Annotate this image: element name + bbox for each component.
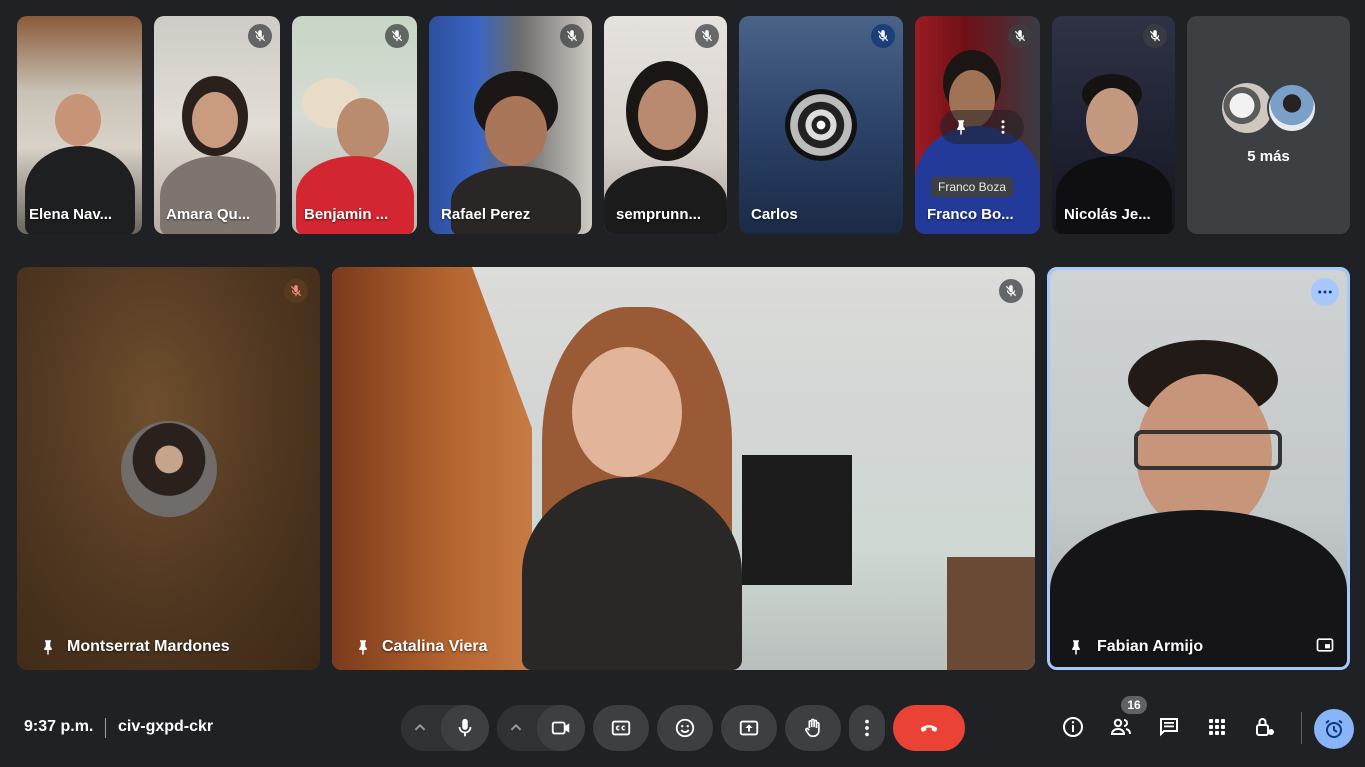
current-time: 9:37 p.m. xyxy=(24,718,94,735)
mic-off-icon xyxy=(999,279,1023,303)
videocam-icon xyxy=(551,721,570,735)
participant-tile-elena[interactable]: Elena Nav... xyxy=(17,16,142,234)
main-tile-fabian[interactable]: Fabian Armijo xyxy=(1047,267,1350,670)
pin-icon[interactable] xyxy=(39,638,57,656)
reactions-button[interactable] xyxy=(657,705,713,751)
meeting-code: civ-gxpd-ckr xyxy=(118,718,214,735)
emoji-icon xyxy=(675,718,695,738)
call-end-icon xyxy=(920,725,938,732)
main-tile-montserrat[interactable]: Montserrat Mardones xyxy=(17,267,320,670)
participant-name: Amara Qu... xyxy=(166,206,251,223)
more-horizontal-icon xyxy=(1318,290,1332,294)
chat-button[interactable] xyxy=(1156,714,1182,740)
more-options-icon[interactable] xyxy=(994,118,1012,136)
mic-off-icon xyxy=(284,279,308,303)
participant-tile-semprunn[interactable]: semprunn... xyxy=(604,16,727,234)
leave-call-button[interactable] xyxy=(893,705,965,751)
bottom-toolbar: 9:37 p.m. civ-gxpd-ckr 16 xyxy=(0,690,1365,767)
chat-icon xyxy=(1160,718,1178,737)
camera-button[interactable] xyxy=(537,705,585,751)
more-participants-label: 5 más xyxy=(1247,148,1290,165)
mic-off-icon xyxy=(248,24,272,48)
meeting-details-button[interactable] xyxy=(1060,714,1086,740)
hand-icon xyxy=(805,718,820,738)
timer-button[interactable] xyxy=(1314,709,1354,749)
apps-grid-icon xyxy=(1209,719,1225,735)
alarm-clock-icon xyxy=(1325,719,1343,738)
people-icon xyxy=(1110,718,1131,735)
raise-hand-button[interactable] xyxy=(785,705,841,751)
info-icon xyxy=(1063,717,1083,737)
pin-icon[interactable] xyxy=(1067,638,1085,656)
people-button[interactable] xyxy=(1108,714,1134,740)
participant-name: semprunn... xyxy=(616,206,702,223)
mic-controls xyxy=(401,705,489,751)
host-controls-button[interactable] xyxy=(1252,714,1278,740)
participant-name: Carlos xyxy=(751,206,798,223)
avatar xyxy=(1222,83,1272,133)
mic-button[interactable] xyxy=(441,705,489,751)
avatar xyxy=(121,421,217,517)
main-tile-catalina[interactable]: Catalina Viera xyxy=(332,267,1035,670)
mic-off-icon xyxy=(385,24,409,48)
avatar xyxy=(785,89,857,161)
more-vertical-icon xyxy=(865,719,869,737)
participant-count-badge: 16 xyxy=(1121,696,1147,714)
closed-captions-icon xyxy=(611,720,631,736)
participant-name: Nicolás Je... xyxy=(1064,206,1151,223)
participant-name: Montserrat Mardones xyxy=(67,638,230,655)
present-to-all-icon xyxy=(739,720,759,736)
mic-off-icon xyxy=(560,24,584,48)
mic-off-icon xyxy=(1008,24,1032,48)
participant-name: Catalina Viera xyxy=(382,638,488,655)
more-participants-tile[interactable]: 5 más xyxy=(1187,16,1350,234)
more-options-button[interactable] xyxy=(849,705,885,751)
tile-hover-actions xyxy=(940,110,1024,144)
chevron-up-icon[interactable] xyxy=(409,717,431,739)
participant-name: Franco Bo... xyxy=(927,206,1014,223)
chevron-up-icon[interactable] xyxy=(505,717,527,739)
participant-tile-rafael[interactable]: Rafael Perez xyxy=(429,16,592,234)
lock-person-icon xyxy=(1256,718,1274,736)
participant-name: Elena Nav... xyxy=(29,206,113,223)
pin-icon[interactable] xyxy=(354,638,372,656)
camera-controls xyxy=(497,705,585,751)
mic-off-icon xyxy=(1143,24,1167,48)
present-screen-button[interactable] xyxy=(721,705,777,751)
participant-tooltip: Franco Boza xyxy=(931,177,1014,197)
microphone-icon xyxy=(458,718,472,737)
participant-tile-amara[interactable]: Amara Qu... xyxy=(154,16,280,234)
participant-tile-carlos[interactable]: Carlos xyxy=(739,16,903,234)
pin-icon[interactable] xyxy=(952,118,970,136)
participant-name: Rafael Perez xyxy=(441,206,531,223)
participant-name: Benjamin ... xyxy=(304,206,389,223)
tile-options-button[interactable] xyxy=(1311,278,1339,306)
divider xyxy=(1301,712,1302,744)
participant-tile-benjamin[interactable]: Benjamin ... xyxy=(292,16,417,234)
mic-off-icon xyxy=(695,24,719,48)
mic-off-icon xyxy=(871,24,895,48)
activities-button[interactable] xyxy=(1204,714,1230,740)
participant-tile-nicolas[interactable]: Nicolás Je... xyxy=(1052,16,1175,234)
avatar xyxy=(1267,83,1317,133)
captions-button[interactable] xyxy=(593,705,649,751)
participant-name: Fabian Armijo xyxy=(1097,638,1204,655)
picture-in-picture-icon[interactable] xyxy=(1315,635,1335,655)
divider xyxy=(105,718,106,738)
